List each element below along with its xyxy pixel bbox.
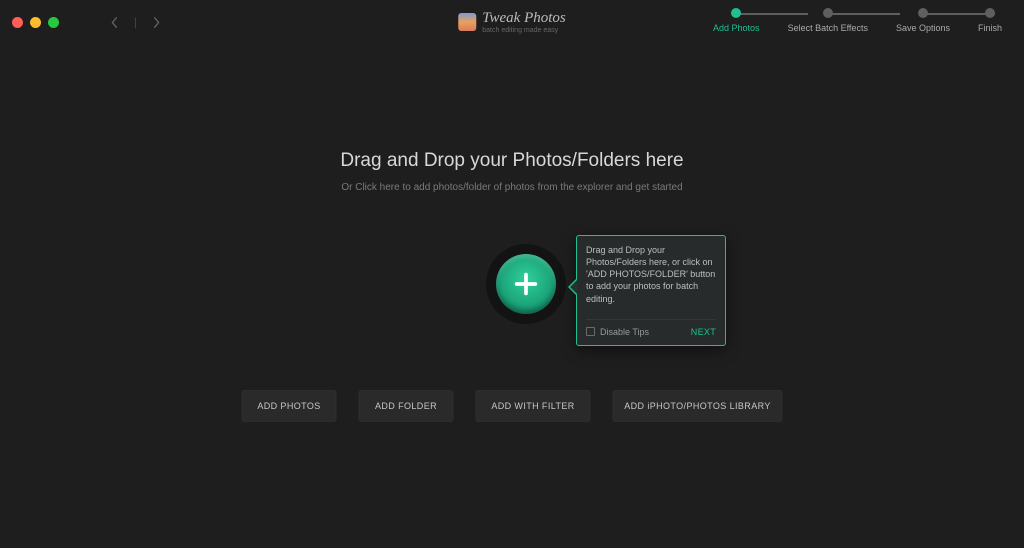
drop-zone[interactable]: Drag and Drop your Photos/Folders here O… (212, 150, 812, 193)
step-save-options[interactable]: Save Options (896, 8, 950, 33)
nav-arrows: | (104, 12, 167, 32)
disable-tips-label: Disable Tips (600, 326, 649, 338)
add-library-button[interactable]: ADD iPHOTO/PHOTOS LIBRARY (613, 390, 783, 422)
add-photos-button[interactable]: ADD PHOTOS (242, 390, 337, 422)
titlebar: | Tweak Photos batch editing made easy A… (0, 0, 1024, 44)
chevron-left-icon (110, 16, 118, 29)
drop-subtext: Or Click here to add photos/folder of ph… (212, 182, 812, 193)
app-title-area: Tweak Photos batch editing made easy (458, 11, 565, 34)
app-name: Tweak Photos (482, 11, 565, 26)
step-add-photos[interactable]: Add Photos (713, 8, 760, 33)
progress-stepper: Add Photos Select Batch Effects Save Opt… (713, 8, 1002, 33)
zoom-window-button[interactable] (48, 17, 59, 28)
app-tagline: batch editing made easy (482, 27, 565, 34)
close-window-button[interactable] (12, 17, 23, 28)
step-finish[interactable]: Finish (978, 8, 1002, 33)
nav-separator: | (134, 15, 137, 29)
action-buttons: ADD PHOTOS ADD FOLDER ADD WITH FILTER AD… (242, 390, 783, 422)
disable-tips-checkbox[interactable]: Disable Tips (586, 326, 649, 338)
nav-forward-button[interactable] (147, 12, 167, 32)
checkbox-icon (586, 327, 595, 336)
add-with-filter-button[interactable]: ADD WITH FILTER (476, 390, 591, 422)
minimize-window-button[interactable] (30, 17, 41, 28)
window-controls (12, 17, 59, 28)
nav-back-button[interactable] (104, 12, 124, 32)
plus-icon (512, 270, 540, 298)
chevron-right-icon (153, 16, 161, 29)
tip-text: Drag and Drop your Photos/Folders here, … (586, 244, 716, 305)
add-folder-button[interactable]: ADD FOLDER (359, 390, 454, 422)
app-icon (458, 13, 476, 31)
tip-next-button[interactable]: NEXT (691, 326, 716, 338)
add-big-button[interactable] (496, 254, 556, 314)
tip-popover: Drag and Drop your Photos/Folders here, … (576, 235, 726, 346)
step-batch-effects[interactable]: Select Batch Effects (788, 8, 868, 33)
drop-heading: Drag and Drop your Photos/Folders here (212, 150, 812, 172)
